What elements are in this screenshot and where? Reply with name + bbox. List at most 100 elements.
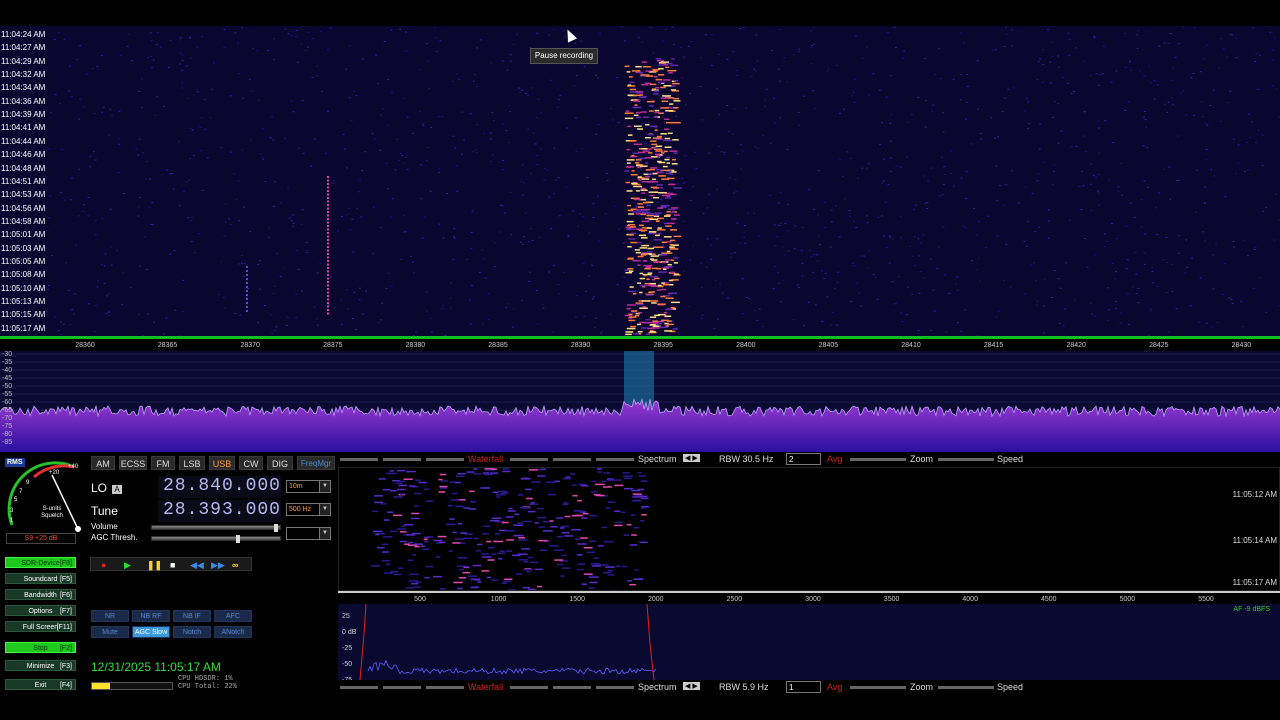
af-avg-select[interactable]: 1 xyxy=(786,681,821,693)
waterfall-noise xyxy=(287,187,290,189)
side-button-sdr-device[interactable]: SDR-Device [F8] xyxy=(5,557,76,568)
af-waterfall-signal xyxy=(503,580,511,583)
side-button-stop[interactable]: Stop [F2] xyxy=(5,642,76,653)
af-spectrum-arrows-icon[interactable]: ◀ ▶ xyxy=(683,682,700,690)
af-zoom-slider[interactable] xyxy=(850,686,906,689)
bandwidth-select[interactable]: 500 Hz ▼ xyxy=(286,503,331,516)
spectrum-db-label: -70 xyxy=(2,415,13,422)
rf-slider-2[interactable] xyxy=(383,458,421,461)
play-icon[interactable]: ▶ xyxy=(124,558,131,572)
waterfall-canvas[interactable] xyxy=(46,26,1280,336)
mode-button-ecss[interactable]: ECSS xyxy=(119,456,147,470)
waterfall-noise xyxy=(807,301,810,303)
band-select[interactable]: 10m ▼ xyxy=(286,480,331,493)
rf-spectrum-arrows-icon[interactable]: ◀ ▶ xyxy=(683,454,700,462)
rf-frequency-scale[interactable]: 28360 28365 28370 28375 28380 28385 28390 28395… xyxy=(0,336,1280,351)
af-spectrum[interactable]: AF -9 dBFS 250 dB-25-50-75 xyxy=(338,604,1280,680)
side-button-options[interactable]: Options [F7] xyxy=(5,605,76,616)
loop-icon[interactable]: ∞ xyxy=(232,558,238,572)
side-button-full-screen[interactable]: Full Screen [F11] xyxy=(5,621,76,632)
af-spectrum-label[interactable]: Spectrum xyxy=(638,682,677,692)
waterfall-noise xyxy=(186,65,189,67)
waterfall-noise xyxy=(913,265,916,267)
dsp-button-nr[interactable]: NR xyxy=(91,610,129,622)
mode-button-dig[interactable]: DIG xyxy=(267,456,293,470)
mode-button-fm[interactable]: FM xyxy=(151,456,175,470)
rf-waterfall[interactable]: 11:04:24 AM 11:04:27 AM 11:04:29 AM 11:04:3… xyxy=(0,26,1280,336)
agc-slider-knob[interactable] xyxy=(236,535,240,543)
af-slider-2[interactable] xyxy=(383,686,421,689)
af-slider-1[interactable] xyxy=(340,686,378,689)
stop-icon[interactable]: ■ xyxy=(170,558,175,572)
waterfall-signal xyxy=(654,129,658,131)
mode-button-usb[interactable]: USB xyxy=(209,456,235,470)
rewind-icon[interactable]: ◀◀ xyxy=(190,558,204,572)
af-waterfall-signal xyxy=(477,543,483,546)
rf-slider-3[interactable] xyxy=(426,458,464,461)
rf-slider-4[interactable] xyxy=(510,458,548,461)
record-icon[interactable]: ● xyxy=(101,558,106,572)
waterfall-signal xyxy=(663,84,672,87)
fast-forward-icon[interactable]: ▶▶ xyxy=(211,558,225,572)
waterfall-signal xyxy=(669,229,678,231)
waterfall-noise xyxy=(178,141,181,143)
waterfall-noise xyxy=(1200,71,1203,73)
af-slider-3[interactable] xyxy=(426,686,464,689)
side-button-exit[interactable]: Exit [F4] xyxy=(5,679,76,690)
waterfall-noise xyxy=(955,276,958,278)
af-waterfall-label[interactable]: Waterfall xyxy=(468,682,503,692)
waterfall-noise xyxy=(979,280,982,282)
af-waterfall[interactable]: 11:05:12 AM 11:05:14 AM 11:05:17 AM xyxy=(338,467,1280,591)
tune-frequency-display[interactable]: 28.393.000 xyxy=(158,500,281,522)
waterfall-noise xyxy=(592,203,595,205)
lo-badge[interactable]: A xyxy=(112,485,122,494)
waterfall-noise xyxy=(150,40,153,42)
af-slider-5[interactable] xyxy=(553,686,591,689)
mode-button-lsb[interactable]: LSB xyxy=(179,456,205,470)
dsp-button-agc-slow[interactable]: AGC Slow xyxy=(132,626,170,638)
waterfall-signal xyxy=(627,258,634,260)
af-speed-slider[interactable] xyxy=(938,686,994,689)
volume-slider-knob[interactable] xyxy=(273,524,278,532)
mode-button-freqmgr[interactable]: FreqMgr xyxy=(297,456,335,470)
rf-slider-1[interactable] xyxy=(340,458,378,461)
rf-spectrum[interactable]: -30 -35 -40 -45 -50 -55 -60 -65 -70 -75 -80 -85 xyxy=(0,351,1280,452)
side-button-key: [F6] xyxy=(59,592,72,599)
waterfall-signal xyxy=(641,327,647,329)
waterfall-noise xyxy=(461,111,464,113)
rf-avg-select[interactable]: 2 xyxy=(786,453,821,465)
pause-icon[interactable]: ❚❚ xyxy=(147,558,162,572)
af-slider-6[interactable] xyxy=(596,686,634,689)
dsp-button-anotch[interactable]: ANotch xyxy=(214,626,252,638)
dsp-button-afc[interactable]: AFC xyxy=(214,610,252,622)
waterfall-noise xyxy=(889,236,892,238)
side-button-soundcard[interactable]: Soundcard [F5] xyxy=(5,573,76,584)
waterfall-signal xyxy=(625,110,630,112)
dsp-button-nb-if[interactable]: NB IF xyxy=(173,610,211,622)
rf-zoom-slider[interactable] xyxy=(850,458,906,461)
rf-spectrum-label[interactable]: Spectrum xyxy=(638,454,677,464)
af-frequency-scale[interactable]: 500 1000 1500 2000 2500 3000 3500 4000 4500 5000 5… xyxy=(338,591,1280,604)
side-button-minimize[interactable]: Minimize [F3] xyxy=(5,660,76,671)
rf-speed-slider[interactable] xyxy=(938,458,994,461)
agc-threshold-slider[interactable] xyxy=(151,535,281,543)
dsp-button-notch[interactable]: Notch xyxy=(173,626,211,638)
rms-toggle[interactable]: RMS xyxy=(5,458,25,467)
rf-waterfall-label[interactable]: Waterfall xyxy=(468,454,503,464)
rf-slider-5[interactable] xyxy=(553,458,591,461)
mode-button-cw[interactable]: CW xyxy=(239,456,263,470)
dsp-button-mute[interactable]: Mute xyxy=(91,626,129,638)
lo-frequency-display[interactable]: 28.840.000 xyxy=(158,476,281,498)
rf-slider-6[interactable] xyxy=(596,458,634,461)
side-button-bandwidth[interactable]: Bandwidth [F6] xyxy=(5,589,76,600)
waterfall-signal xyxy=(625,181,631,184)
agc-select[interactable]: ▼ xyxy=(286,527,331,540)
waterfall-noise xyxy=(1114,307,1117,309)
af-slider-4[interactable] xyxy=(510,686,548,689)
mode-button-am[interactable]: AM xyxy=(91,456,115,470)
dsp-button-nb-rf[interactable]: NB RF xyxy=(132,610,170,622)
volume-slider[interactable] xyxy=(151,524,281,532)
af-waterfall-signal xyxy=(398,480,406,483)
waterfall-noise xyxy=(198,233,201,235)
waterfall-noise xyxy=(505,129,508,131)
